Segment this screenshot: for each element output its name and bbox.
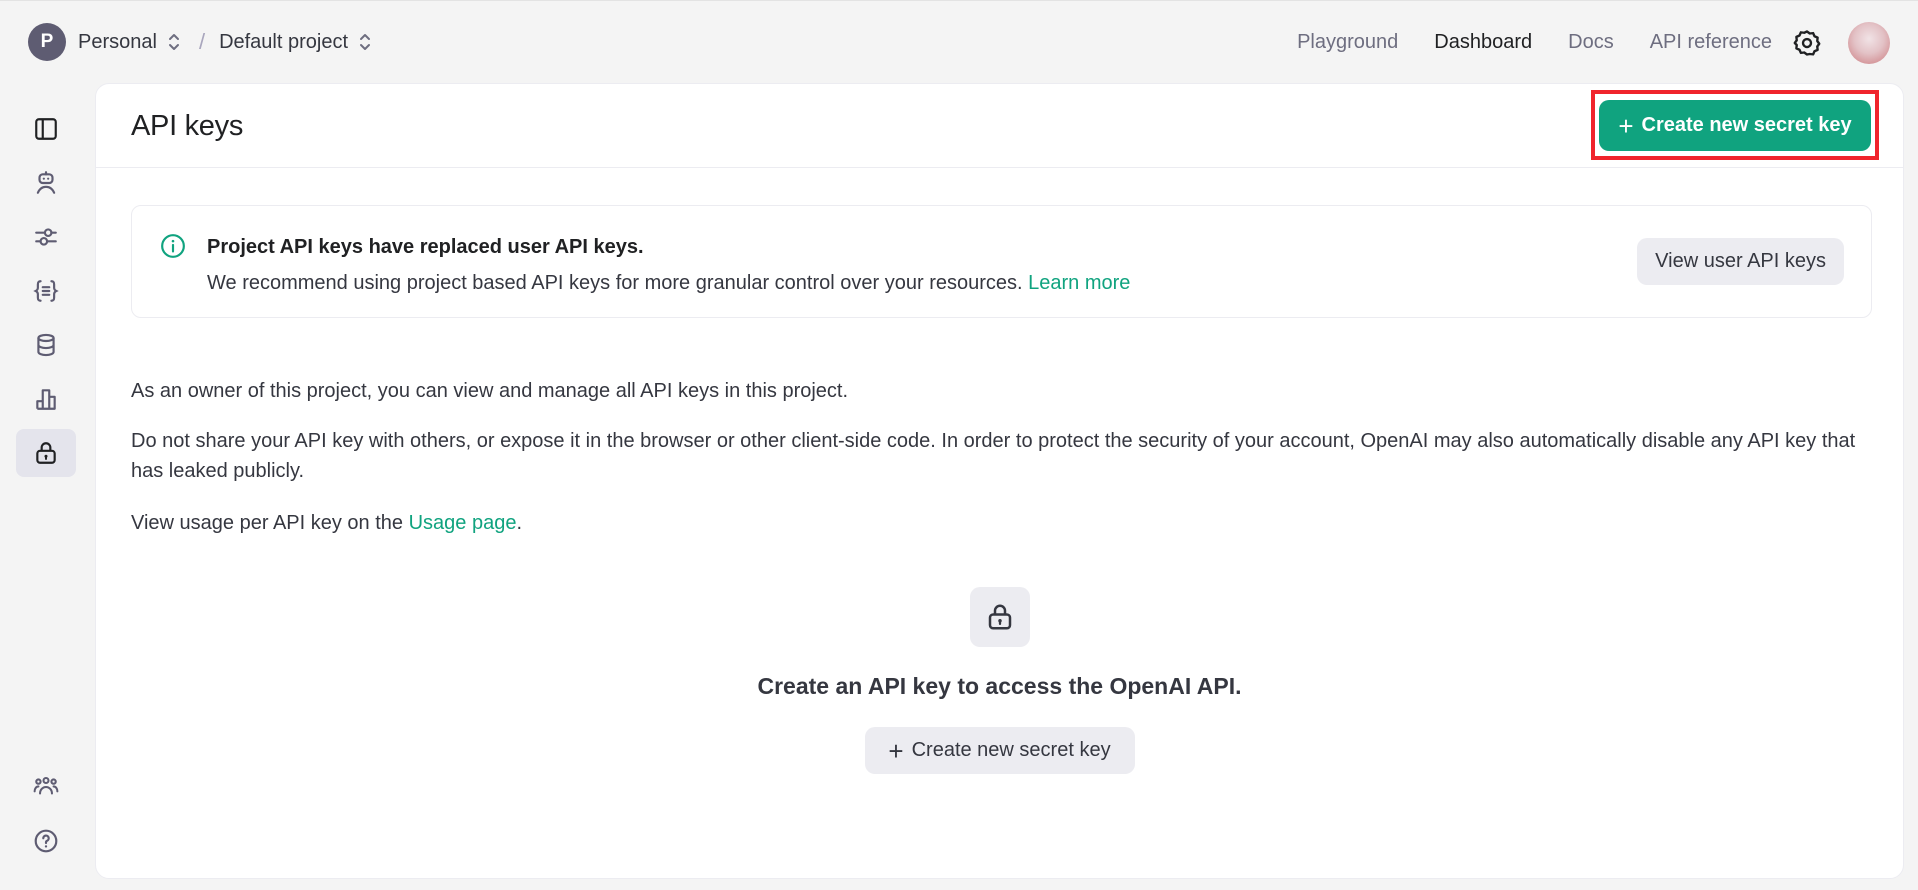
main-panel: API keys + Create new secret key Project… [95, 83, 1904, 879]
sidebar [0, 83, 95, 890]
chevron-updown-icon [168, 34, 179, 50]
lock-tile [969, 587, 1030, 647]
lock-icon [988, 604, 1011, 630]
sidebar-item-help[interactable] [16, 817, 76, 865]
sidebar-toggle-button[interactable] [16, 105, 76, 153]
sidebar-item-assistants[interactable] [16, 159, 76, 207]
sidebar-item-usage[interactable] [16, 375, 76, 423]
plus-icon: + [1618, 110, 1634, 141]
project-switcher[interactable]: Default project [219, 31, 372, 54]
robot-icon [36, 171, 56, 194]
help-question-icon [34, 829, 58, 853]
notice-banner: Project API keys have replaced user API … [131, 205, 1872, 318]
notice-text: We recommend using project based API key… [207, 272, 1023, 294]
create-secret-key-label: Create new secret key [1641, 114, 1852, 136]
nav-dashboard[interactable]: Dashboard [1434, 31, 1532, 54]
breadcrumb-separator: / [198, 29, 206, 54]
warning-paragraph: Do not share your API key with others, o… [131, 430, 1856, 482]
sidebar-item-team[interactable] [16, 763, 76, 811]
usage-suffix: . [516, 512, 523, 534]
owner-paragraph: As an owner of this project, you can vie… [131, 380, 849, 402]
sidebar-item-api-keys[interactable] [16, 429, 76, 477]
org-switcher[interactable]: P Personal [28, 23, 181, 61]
empty-state: Create an API key to access the OpenAI A… [96, 587, 1903, 774]
nav-docs[interactable]: Docs [1568, 31, 1614, 54]
page-title: API keys [131, 110, 244, 142]
nav-api-reference[interactable]: API reference [1650, 31, 1772, 54]
sliders-icon [35, 228, 57, 246]
sidebar-item-storage[interactable] [16, 321, 76, 369]
project-name: Default project [219, 30, 349, 53]
nav-playground[interactable]: Playground [1297, 31, 1398, 54]
create-secret-key-secondary-button[interactable]: + Create new secret key [864, 727, 1135, 774]
usage-paragraph: View usage per API key on the Usage page… [131, 508, 1871, 538]
create-secret-key-secondary-label: Create new secret key [911, 739, 1111, 761]
gear-icon[interactable] [1792, 28, 1822, 58]
plus-icon: + [888, 735, 904, 766]
empty-state-text: Create an API key to access the OpenAI A… [757, 673, 1242, 699]
learn-more-link[interactable]: Learn more [1028, 272, 1130, 294]
braces-icon [33, 280, 59, 302]
sidebar-item-batches[interactable] [16, 267, 76, 315]
info-icon [161, 234, 185, 258]
lock-icon [36, 442, 56, 464]
top-bar: P Personal / Default project Playground … [0, 0, 1918, 83]
org-name: Personal [78, 30, 157, 53]
user-avatar[interactable] [1848, 21, 1890, 64]
top-nav: Playground Dashboard Docs API reference [1297, 1, 1918, 84]
org-avatar: P [28, 23, 66, 61]
usage-page-link[interactable]: Usage page [409, 512, 517, 534]
usage-prefix: View usage per API key on the [131, 512, 409, 534]
view-user-api-keys-button[interactable]: View user API keys [1637, 238, 1844, 285]
database-icon [37, 333, 55, 357]
notice-title: Project API keys have replaced user API … [207, 236, 644, 258]
chevron-updown-icon [360, 34, 371, 50]
breadcrumb: P Personal / Default project [28, 23, 372, 61]
page-header: API keys + Create new secret key [96, 84, 1903, 168]
bar-chart-icon [36, 389, 56, 410]
sidebar-toggle-icon [35, 118, 57, 140]
sidebar-item-fine-tuning[interactable] [16, 213, 76, 261]
team-users-icon [33, 776, 59, 795]
notice-body: We recommend using project based API key… [207, 272, 1130, 295]
create-secret-key-button[interactable]: + Create new secret key [1599, 100, 1871, 151]
